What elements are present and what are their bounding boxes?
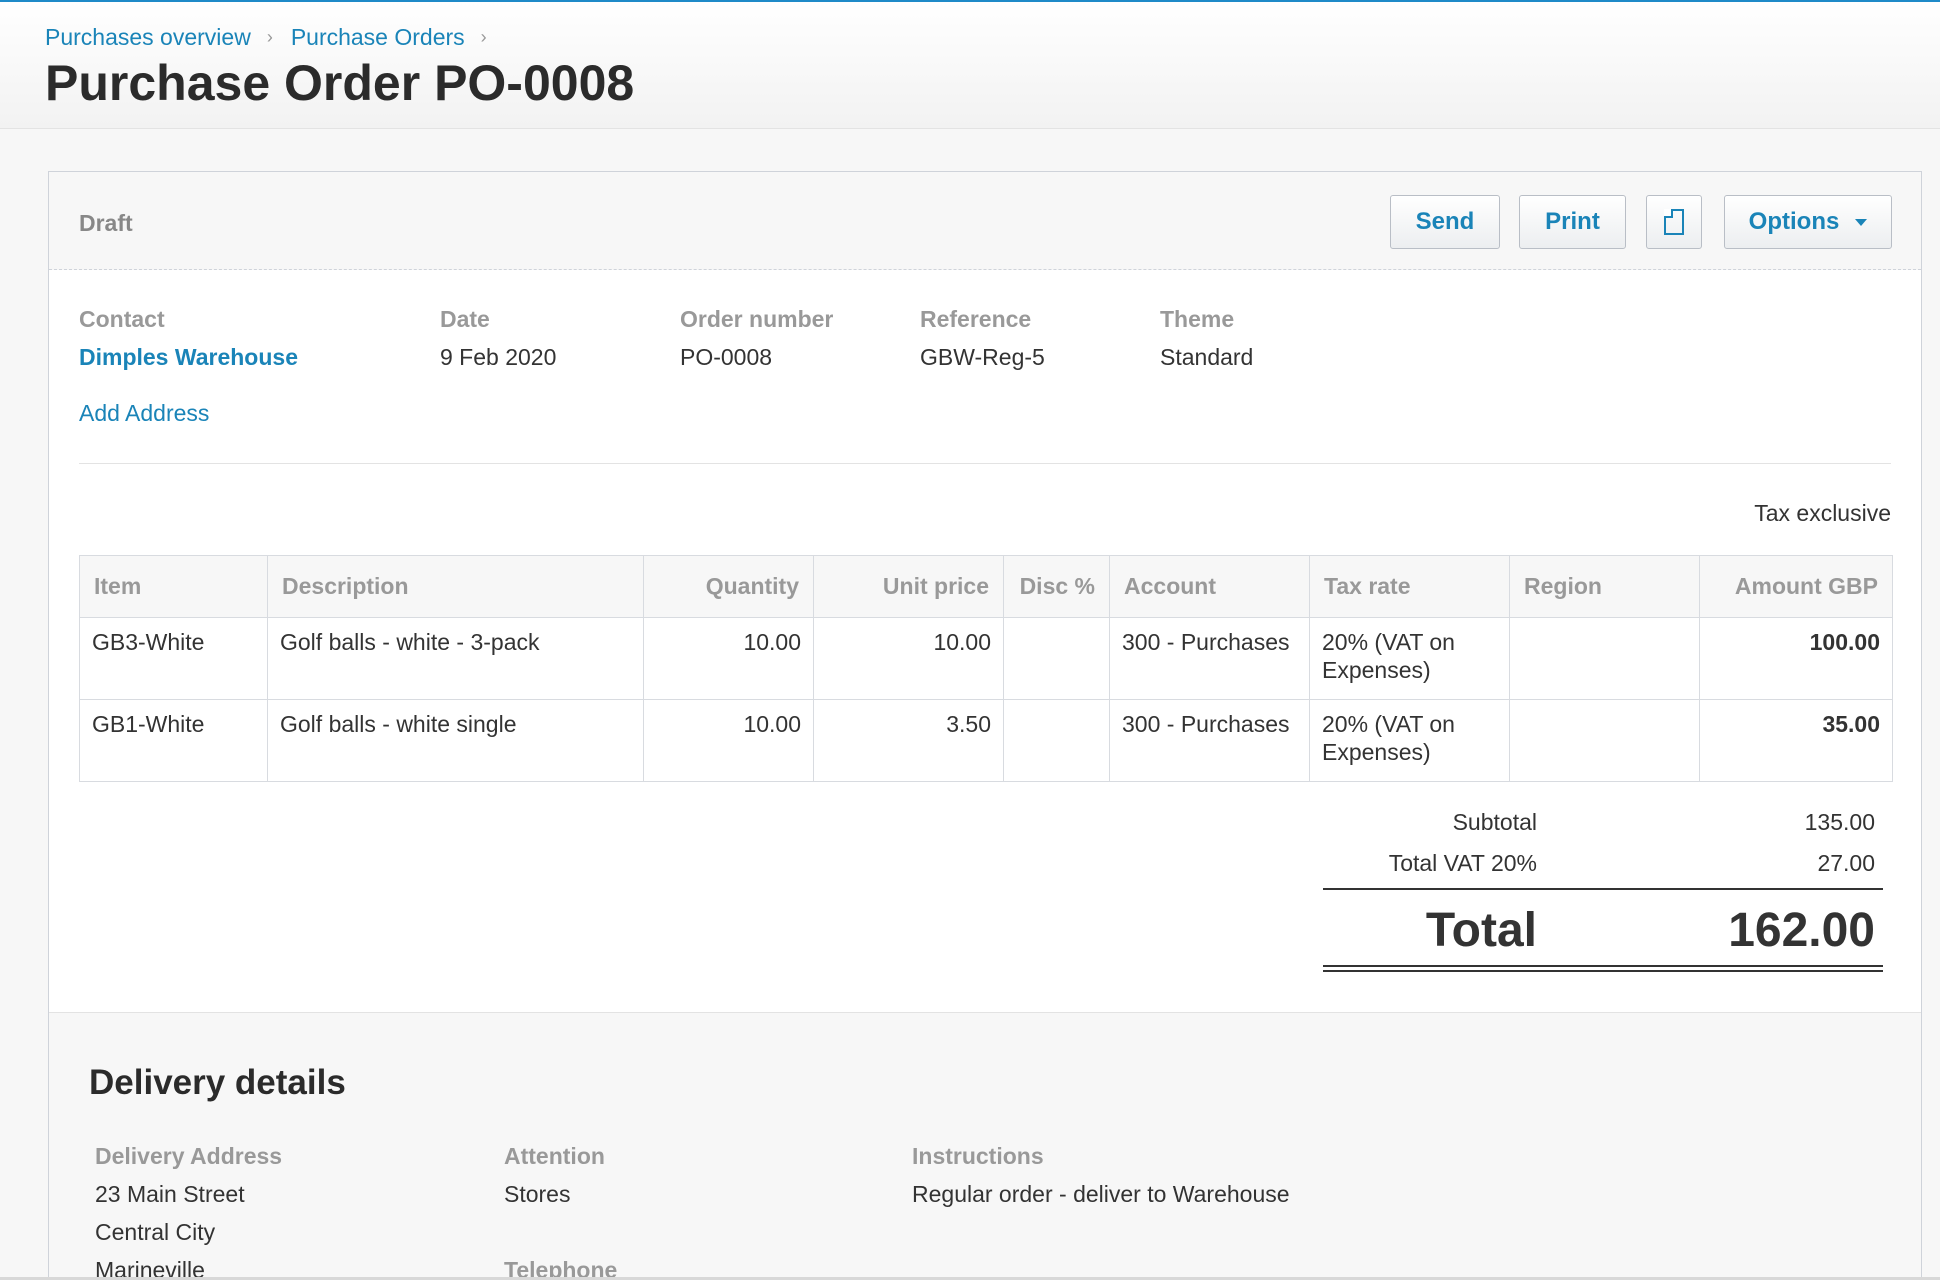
amount-cell: 100.00 [1699, 617, 1893, 700]
table-header-row: Item Description Quantity Unit price Dis… [79, 555, 1893, 618]
breadcrumb-purchase-orders[interactable]: Purchase Orders [291, 24, 465, 51]
theme-label: Theme [1160, 306, 1235, 332]
region-cell [1509, 617, 1700, 700]
column-header: Account [1109, 555, 1310, 618]
tax-rate-cell: 20% (VAT on Expenses) [1309, 617, 1510, 700]
page-header: Purchases overview › Purchase Orders › P… [0, 2, 1940, 129]
send-button[interactable]: Send [1390, 195, 1500, 249]
delivery-title: Delivery details [89, 1063, 346, 1102]
item-cell: GB1-White [79, 699, 268, 782]
total-label: Total [1425, 904, 1537, 957]
unit-price-cell: 10.00 [813, 617, 1004, 700]
column-header: Amount GBP [1699, 555, 1893, 618]
print-button[interactable]: Print [1519, 195, 1626, 249]
column-header: Region [1509, 555, 1700, 618]
subtotal-value: 135.00 [1804, 809, 1875, 835]
column-header: Unit price [813, 555, 1004, 618]
total-value: 162.00 [1728, 904, 1875, 957]
column-header: Item [79, 555, 268, 618]
theme-value: Standard [1160, 344, 1254, 370]
description-cell: Golf balls - white - 3-pack [267, 617, 644, 700]
subtotal-label: Subtotal [1452, 809, 1537, 835]
breadcrumb-purchases-overview[interactable]: Purchases overview [45, 24, 251, 51]
line-items-table: Item Description Quantity Unit price Dis… [79, 555, 1893, 782]
total-double-underline [1323, 970, 1883, 972]
attention-label: Attention [504, 1143, 605, 1169]
discount-cell [1003, 617, 1110, 700]
breadcrumb: Purchases overview › Purchase Orders › [45, 24, 505, 51]
tax-rate-cell: 20% (VAT on Expenses) [1309, 699, 1510, 782]
total-double-underline [1323, 965, 1883, 967]
address-line: Central City [95, 1219, 216, 1245]
copy-button[interactable] [1646, 195, 1702, 249]
table-row[interactable]: GB3-White Golf balls - white - 3-pack 10… [79, 617, 1893, 700]
document-icon [1664, 209, 1684, 235]
amount-cell: 35.00 [1699, 699, 1893, 782]
quantity-cell: 10.00 [643, 699, 814, 782]
vat-value: 27.00 [1817, 850, 1875, 876]
description-cell: Golf balls - white single [267, 699, 644, 782]
delivery-details-section: Delivery details Delivery Address 23 Mai… [49, 1012, 1921, 1280]
discount-cell [1003, 699, 1110, 782]
attention-value: Stores [504, 1181, 571, 1207]
instructions-label: Instructions [912, 1143, 1044, 1169]
order-number-label: Order number [680, 306, 834, 332]
item-cell: GB3-White [79, 617, 268, 700]
date-value: 9 Feb 2020 [440, 344, 557, 370]
table-row[interactable]: GB1-White Golf balls - white single 10.0… [79, 699, 1893, 782]
column-header: Description [267, 555, 644, 618]
options-label: Options [1748, 208, 1840, 235]
tax-mode-label: Tax exclusive [1754, 500, 1891, 526]
vat-label: Total VAT 20% [1388, 850, 1537, 876]
instructions-value: Regular order - deliver to Warehouse [912, 1181, 1290, 1207]
contact-link[interactable]: Dimples Warehouse [79, 344, 298, 371]
divider [79, 463, 1891, 464]
totals-divider [1323, 888, 1883, 890]
column-header: Disc % [1003, 555, 1110, 618]
column-header: Tax rate [1309, 555, 1510, 618]
date-label: Date [440, 306, 490, 332]
account-cell: 300 - Purchases [1109, 617, 1310, 700]
column-header: Quantity [643, 555, 814, 618]
reference-label: Reference [920, 306, 1032, 332]
unit-price-cell: 3.50 [813, 699, 1004, 782]
quantity-cell: 10.00 [643, 617, 814, 700]
page-title: Purchase Order PO-0008 [45, 55, 635, 111]
region-cell [1509, 699, 1700, 782]
account-cell: 300 - Purchases [1109, 699, 1310, 782]
order-number-value: PO-0008 [680, 344, 773, 370]
options-button[interactable]: Options [1724, 195, 1892, 249]
add-address-link[interactable]: Add Address [79, 400, 209, 427]
chevron-right-icon: › [480, 27, 487, 47]
status-label: Draft [79, 210, 133, 236]
reference-value: GBW-Reg-5 [920, 344, 1045, 370]
delivery-address-label: Delivery Address [95, 1143, 283, 1169]
contact-label: Contact [79, 306, 165, 332]
purchase-order-card: Draft Send Print Options Contact Dimples… [48, 171, 1922, 1280]
address-line: 23 Main Street [95, 1181, 245, 1207]
caret-down-icon [1855, 218, 1868, 226]
card-toolbar: Draft Send Print Options [49, 172, 1921, 270]
chevron-right-icon: › [266, 27, 273, 47]
